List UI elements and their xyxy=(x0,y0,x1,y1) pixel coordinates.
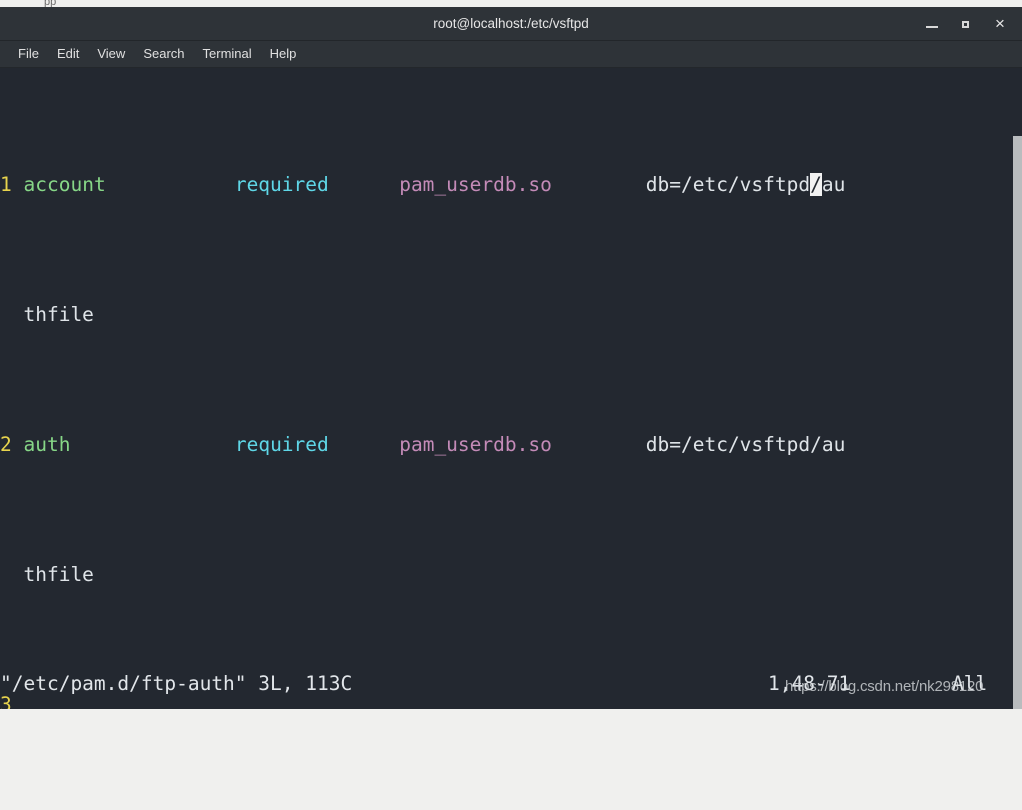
scrollbar-thumb[interactable] xyxy=(1013,136,1022,709)
menubar: File Edit View Search Terminal Help xyxy=(0,41,1022,68)
status-file-info: "/etc/pam.d/ftp-auth" 3L, 113C xyxy=(0,672,353,695)
menu-item-search[interactable]: Search xyxy=(134,44,193,64)
line1-wrap-text: thfile xyxy=(23,303,94,326)
line1-argument-after-cursor: au xyxy=(821,173,846,196)
menu-item-help[interactable]: Help xyxy=(261,44,306,64)
line1-gap3 xyxy=(329,173,399,196)
editor-line-2: 2 auth required pam_userdb.so db=/etc/vs… xyxy=(0,432,845,458)
window-title: root@localhost:/etc/vsftpd xyxy=(433,16,589,31)
line1-gap1 xyxy=(12,173,24,196)
desktop-background-label: pp xyxy=(44,0,57,7)
minimize-icon[interactable] xyxy=(924,16,940,32)
terminal-screen[interactable]: 1 account required pam_userdb.so db=/etc… xyxy=(0,68,1022,709)
window-titlebar[interactable]: root@localhost:/etc/vsftpd × xyxy=(0,7,1022,41)
line2-control-flag: required xyxy=(234,433,329,456)
line1-control-flag: required xyxy=(234,173,329,196)
menu-item-edit[interactable]: Edit xyxy=(48,44,88,64)
maximize-icon[interactable] xyxy=(958,16,974,32)
line2-module-path: pam_userdb.so xyxy=(399,433,552,456)
editor-line-1: 1 account required pam_userdb.so db=/etc… xyxy=(0,172,845,198)
line1-argument-before-cursor: db=/etc/vsftpd xyxy=(645,173,811,196)
text-cursor: / xyxy=(810,173,822,196)
line2-gap1 xyxy=(12,433,24,456)
line2-gap4 xyxy=(552,433,646,456)
editor-line-2-wrap: thfile xyxy=(0,562,845,588)
line-number-2: 2 xyxy=(0,433,12,456)
line-number-1: 1 xyxy=(0,173,12,196)
vim-status-line: "/etc/pam.d/ftp-auth" 3L, 113C 1,48-71 A… xyxy=(0,670,1022,700)
line1-gap2 xyxy=(106,173,235,196)
line2-wrap-text: thfile xyxy=(23,563,94,586)
line1-wrap-indent xyxy=(0,303,23,326)
line1-module-path: pam_userdb.so xyxy=(399,173,552,196)
menu-item-view[interactable]: View xyxy=(88,44,134,64)
line2-gap2 xyxy=(70,433,234,456)
desktop-background-strip: pp xyxy=(0,0,1022,7)
vim-buffer: 1 account required pam_userdb.so db=/etc… xyxy=(0,68,845,709)
line2-wrap-indent xyxy=(0,563,23,586)
menu-item-terminal[interactable]: Terminal xyxy=(194,44,261,64)
terminal-window: pp root@localhost:/etc/vsftpd × File Edi… xyxy=(0,0,1022,709)
line2-argument: db=/etc/vsftpd/au xyxy=(645,433,846,456)
status-cursor-position: 1,48-71 xyxy=(768,672,851,695)
terminal-scrollbar[interactable] xyxy=(1013,136,1022,709)
status-scroll-indicator: All xyxy=(952,672,988,695)
line2-module-type: auth xyxy=(23,433,71,456)
line1-gap4 xyxy=(552,173,646,196)
line1-module-type: account xyxy=(23,173,106,196)
editor-line-1-wrap: thfile xyxy=(0,302,845,328)
menu-item-file[interactable]: File xyxy=(9,44,48,64)
window-controls: × xyxy=(924,7,1016,41)
line2-gap3 xyxy=(329,433,399,456)
close-icon[interactable]: × xyxy=(992,15,1008,32)
